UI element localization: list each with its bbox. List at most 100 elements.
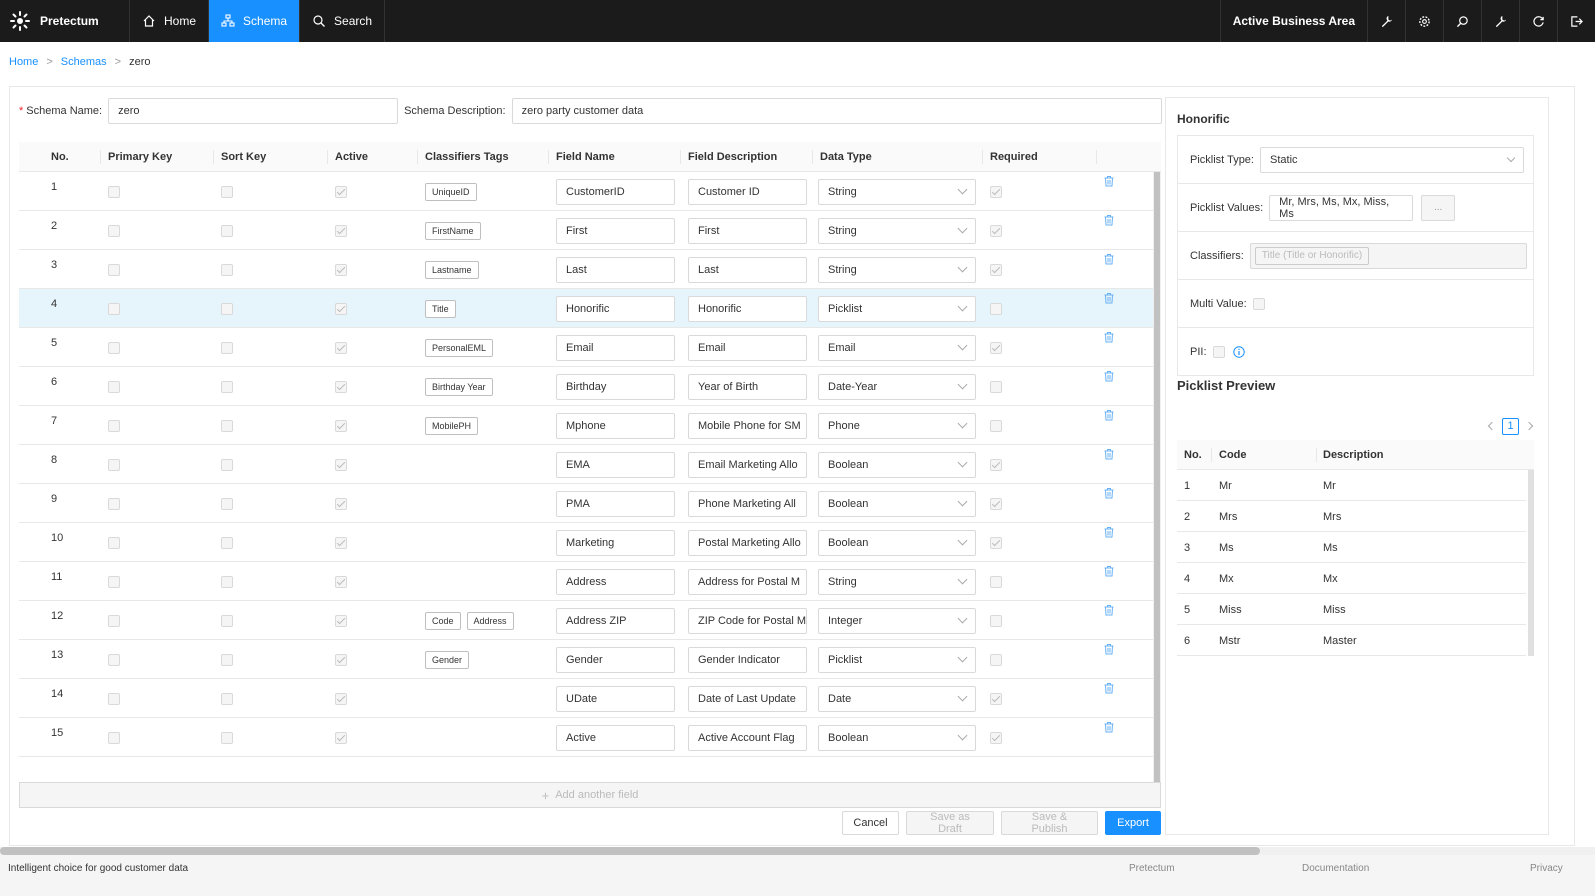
table-row[interactable]: 14 UDate Date of Last Update Date	[19, 679, 1153, 718]
schema-name-input[interactable]: zero	[108, 98, 399, 124]
table-row[interactable]: 4 Title Honorific Honorific Picklist	[19, 289, 1153, 328]
field-name-input[interactable]: Last	[556, 256, 675, 283]
field-description-input[interactable]: Email	[688, 334, 807, 361]
data-type-select[interactable]: Integer	[818, 607, 976, 634]
page-number[interactable]: 1	[1502, 417, 1519, 435]
active-checkbox[interactable]	[335, 653, 347, 666]
primary-key-checkbox[interactable]	[108, 263, 120, 276]
field-name-input[interactable]: Email	[556, 334, 675, 361]
field-description-input[interactable]: Date of Last Update	[688, 685, 807, 712]
classifier-tag[interactable]: Title	[425, 299, 456, 318]
active-checkbox[interactable]	[335, 302, 347, 315]
field-description-input[interactable]: Mobile Phone for SM	[688, 412, 807, 439]
tool-wrench-button[interactable]	[1367, 0, 1405, 42]
primary-key-checkbox[interactable]	[108, 458, 120, 471]
active-checkbox[interactable]	[335, 458, 347, 471]
sort-key-checkbox[interactable]	[221, 536, 233, 549]
classifier-tag[interactable]: UniqueID	[425, 182, 477, 201]
nav-search[interactable]: Search	[300, 0, 386, 42]
primary-key-checkbox[interactable]	[108, 419, 120, 432]
save-publish-button[interactable]: Save & Publish	[1001, 811, 1098, 835]
sort-key-checkbox[interactable]	[221, 419, 233, 432]
field-name-input[interactable]: Address	[556, 568, 675, 595]
footer-link-privacy[interactable]: Privacy	[1530, 863, 1563, 874]
field-name-input[interactable]: Gender	[556, 646, 675, 673]
field-name-input[interactable]: Honorific	[556, 295, 675, 322]
settings-button[interactable]	[1405, 0, 1443, 42]
cancel-button[interactable]: Cancel	[842, 811, 899, 835]
data-type-select[interactable]: Boolean	[818, 451, 976, 478]
data-type-select[interactable]: Email	[818, 334, 976, 361]
field-description-input[interactable]: Active Account Flag	[688, 724, 807, 751]
required-checkbox[interactable]	[990, 224, 1002, 237]
data-type-select[interactable]: Date-Year	[818, 373, 976, 400]
table-row[interactable]: 12 Code Address Address ZIP ZIP Code for Pos…	[19, 601, 1153, 640]
pii-checkbox[interactable]	[1212, 346, 1225, 358]
field-name-input[interactable]: UDate	[556, 685, 675, 712]
data-type-select[interactable]: Boolean	[818, 490, 976, 517]
sort-key-checkbox[interactable]	[221, 575, 233, 588]
table-row[interactable]: 5 PersonalEML Email Email Email	[19, 328, 1153, 367]
field-name-input[interactable]: Marketing	[556, 529, 675, 556]
picklist-values-edit-button[interactable]: ...	[1421, 194, 1456, 221]
required-checkbox[interactable]	[990, 185, 1002, 198]
chevron-left-icon[interactable]	[1484, 417, 1500, 435]
field-description-input[interactable]: Year of Birth	[688, 373, 807, 400]
primary-key-checkbox[interactable]	[108, 497, 120, 510]
delete-field-button[interactable]	[1103, 161, 1115, 200]
delete-field-button[interactable]	[1103, 239, 1115, 278]
nav-home[interactable]: Home	[130, 0, 210, 42]
required-checkbox[interactable]	[990, 614, 1002, 627]
primary-key-checkbox[interactable]	[108, 614, 120, 627]
table-row[interactable]: 1 UniqueID CustomerID Customer ID String	[19, 172, 1153, 211]
data-type-select[interactable]: Phone	[818, 412, 976, 439]
classifier-tag[interactable]: MobilePH	[425, 416, 479, 435]
active-checkbox[interactable]	[335, 341, 347, 354]
field-description-input[interactable]: First	[688, 217, 807, 244]
sort-key-checkbox[interactable]	[221, 614, 233, 627]
required-checkbox[interactable]	[990, 263, 1002, 276]
table-row[interactable]: 6 Birthday Year Birthday Year of Birth Date-…	[19, 367, 1153, 406]
save-draft-button[interactable]: Save as Draft	[906, 811, 994, 835]
delete-field-button[interactable]	[1103, 434, 1115, 473]
picklist-values-input[interactable]: Mr, Mrs, Ms, Mx, Miss, Ms	[1269, 194, 1414, 221]
table-row[interactable]: 8 EMA Email Marketing Allo Boolean	[19, 445, 1153, 484]
add-field-button[interactable]: + Add another field	[19, 782, 1161, 808]
required-checkbox[interactable]	[990, 458, 1002, 471]
field-description-input[interactable]: Phone Marketing All	[688, 490, 807, 517]
delete-field-button[interactable]	[1103, 512, 1115, 551]
sort-key-checkbox[interactable]	[221, 341, 233, 354]
field-description-input[interactable]: Last	[688, 256, 807, 283]
field-description-input[interactable]: Email Marketing Allo	[688, 451, 807, 478]
field-name-input[interactable]: Birthday	[556, 373, 675, 400]
data-type-select[interactable]: Date	[818, 685, 976, 712]
data-type-select[interactable]: String	[818, 217, 976, 244]
classifier-tag[interactable]: Code	[425, 611, 461, 630]
required-checkbox[interactable]	[990, 419, 1002, 432]
logout-button[interactable]	[1557, 0, 1595, 42]
field-name-input[interactable]: CustomerID	[556, 178, 675, 205]
required-checkbox[interactable]	[990, 380, 1002, 393]
sort-key-checkbox[interactable]	[221, 185, 233, 198]
active-checkbox[interactable]	[335, 419, 347, 432]
primary-key-checkbox[interactable]	[108, 380, 120, 393]
data-type-select[interactable]: Boolean	[818, 529, 976, 556]
primary-key-checkbox[interactable]	[108, 692, 120, 705]
field-description-input[interactable]: ZIP Code for Postal M	[688, 607, 807, 634]
delete-field-button[interactable]	[1103, 668, 1115, 707]
data-type-select[interactable]: Picklist	[818, 646, 976, 673]
field-description-input[interactable]: Postal Marketing Allo	[688, 529, 807, 556]
field-name-input[interactable]: EMA	[556, 451, 675, 478]
table-scrollbar[interactable]	[1153, 172, 1161, 782]
table-row[interactable]: 3 Lastname Last Last String	[19, 250, 1153, 289]
sort-key-checkbox[interactable]	[221, 692, 233, 705]
sort-key-checkbox[interactable]	[221, 302, 233, 315]
field-description-input[interactable]: Customer ID	[688, 178, 807, 205]
sort-key-checkbox[interactable]	[221, 263, 233, 276]
nav-schema[interactable]: Schema	[209, 0, 301, 42]
sort-key-checkbox[interactable]	[221, 731, 233, 744]
active-checkbox[interactable]	[335, 692, 347, 705]
classifier-tag[interactable]: Lastname	[425, 260, 479, 279]
primary-key-checkbox[interactable]	[108, 224, 120, 237]
picklist-type-select[interactable]: Static	[1260, 146, 1524, 173]
